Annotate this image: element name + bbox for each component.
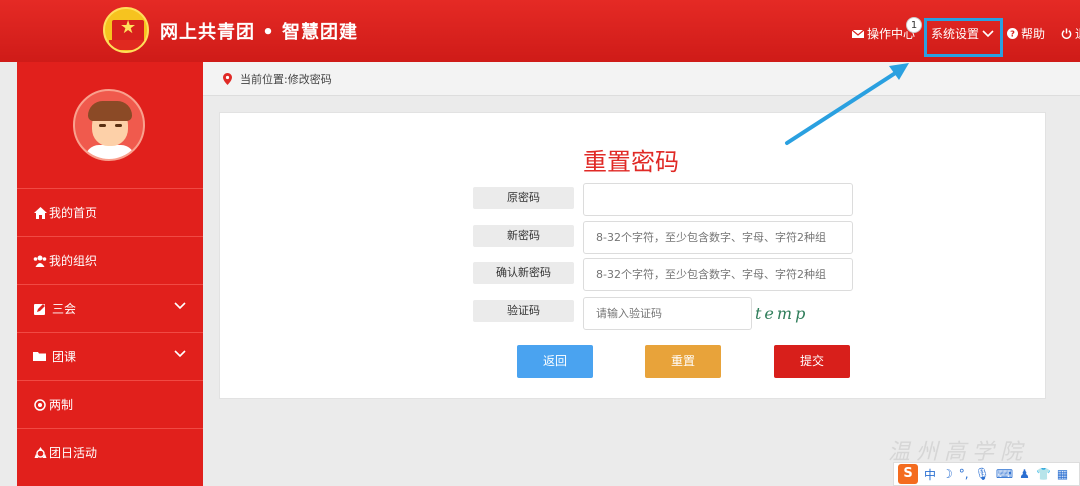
new-password-input[interactable] [583, 221, 853, 254]
breadcrumb-text: 当前位置:修改密码 [240, 72, 332, 86]
chevron-down-icon [174, 302, 186, 310]
site-title: 网上共青团 • 智慧团建 [160, 22, 359, 43]
target-icon [33, 398, 47, 412]
top-header: ★ 网上共青团 • 智慧团建 操作中心 1 系统设置 ? 帮助 退 [0, 0, 1080, 62]
sidebar-item-league-day[interactable]: 团日活动 [17, 428, 203, 476]
ime-mode-label[interactable]: 中 [924, 466, 936, 483]
edit-icon [33, 302, 47, 316]
svg-text:?: ? [1010, 29, 1015, 39]
users-icon [33, 254, 47, 268]
submit-button[interactable]: 提交 [774, 345, 850, 378]
keyboard-icon[interactable]: ⌨ [996, 467, 1013, 481]
recycle-icon [33, 446, 47, 460]
punctuation-icon[interactable]: °, [959, 467, 969, 481]
ime-toolbar: S 中 ☽ °, 🎙 ⌨ ♟ 👕 ▦ [893, 462, 1080, 486]
sidebar-item-label: 两制 [49, 398, 74, 412]
sidebar-item-label: 三会 [52, 302, 77, 316]
sidebar-item-label: 我的组织 [49, 254, 98, 268]
captcha-label: 验证码 [473, 300, 574, 322]
user-icon[interactable]: ♟ [1019, 467, 1030, 481]
sidebar-item-organization[interactable]: 我的组织 [17, 236, 203, 284]
microphone-icon[interactable]: 🎙 [975, 467, 990, 481]
help-link[interactable]: ? 帮助 [1007, 25, 1045, 42]
sidebar-item-label: 团日活动 [49, 446, 98, 460]
logout-link[interactable]: 退 [1061, 25, 1080, 42]
sidebar-item-league-class[interactable]: 团课 [17, 332, 203, 380]
reset-button[interactable]: 重置 [645, 345, 721, 378]
new-password-label: 新密码 [473, 225, 574, 247]
breadcrumb: 当前位置:修改密码 [203, 62, 1080, 96]
confirm-password-label: 确认新密码 [473, 262, 574, 284]
sidebar: 我的首页 我的组织 三会 团课 两制 团日活动 [17, 62, 203, 486]
notification-badge: 1 [906, 17, 922, 33]
old-password-label: 原密码 [473, 187, 574, 209]
avatar [73, 89, 145, 161]
confirm-password-input[interactable] [583, 258, 853, 291]
sidebar-item-label: 团课 [52, 350, 77, 364]
page-title: 重置密码 [583, 148, 679, 176]
sidebar-item-label: 我的首页 [49, 206, 98, 220]
youth-league-logo: ★ [103, 7, 149, 53]
moon-icon[interactable]: ☽ [942, 467, 953, 481]
sogou-logo-icon[interactable]: S [898, 464, 918, 484]
logout-label: 退 [1075, 25, 1080, 42]
back-button[interactable]: 返回 [517, 345, 593, 378]
settings-highlight-box [924, 18, 1003, 57]
sidebar-item-two-systems[interactable]: 两制 [17, 380, 203, 428]
captcha-image[interactable]: temp [753, 298, 835, 330]
captcha-input[interactable] [583, 297, 752, 330]
power-icon [1061, 28, 1072, 39]
location-pin-icon [223, 72, 232, 85]
folder-icon [33, 350, 47, 364]
question-circle-icon: ? [1007, 28, 1018, 39]
sidebar-item-three-meetings[interactable]: 三会 [17, 284, 203, 332]
home-icon [33, 206, 47, 220]
sidebar-item-home[interactable]: 我的首页 [17, 188, 203, 236]
envelope-icon [852, 29, 864, 38]
old-password-input[interactable] [583, 183, 853, 216]
shirt-icon[interactable]: 👕 [1036, 467, 1051, 481]
help-label: 帮助 [1021, 27, 1046, 41]
chevron-down-icon [174, 350, 186, 358]
grid-icon[interactable]: ▦ [1057, 467, 1068, 481]
